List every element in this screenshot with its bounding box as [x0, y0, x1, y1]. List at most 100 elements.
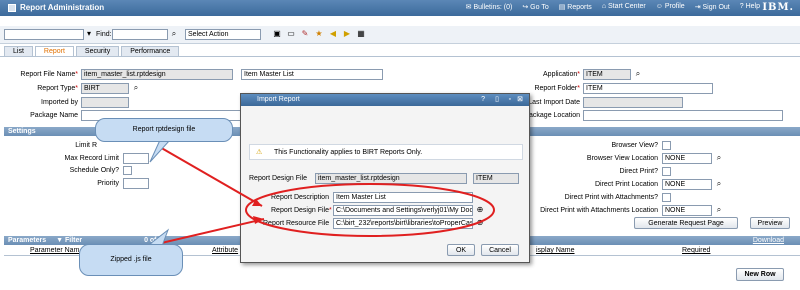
prev-icon[interactable]: ◀ — [328, 29, 338, 39]
tab-bar: List Report Security Performance — [4, 46, 181, 56]
dialog-close-icon[interactable]: ⊠ — [517, 94, 523, 106]
application-label: Application* — [543, 71, 580, 78]
dialog-cancel-button[interactable]: Cancel — [481, 244, 519, 256]
dialog-report-description-label: Report Description — [271, 194, 329, 201]
new-row-button[interactable]: New Row — [736, 268, 784, 281]
preview-button[interactable]: Preview — [750, 217, 790, 229]
app-title-area: Report Administration — [8, 3, 104, 12]
next-icon[interactable]: ▶ — [342, 29, 352, 39]
max-record-limit-field[interactable] — [123, 153, 149, 164]
browser-view-label: Browser View? — [611, 142, 658, 149]
profile-link[interactable]: ☺ Profile — [656, 3, 685, 11]
direct-print-attachments-location-field[interactable]: NONE — [662, 205, 712, 216]
find-input[interactable] — [112, 29, 168, 40]
find-search-icon[interactable]: ⌕ — [169, 29, 179, 39]
dialog-design-file-path-field[interactable]: C:\Documents and Settings\verlyj01\My Do… — [333, 205, 473, 216]
save-icon[interactable]: ▣ — [272, 29, 282, 39]
new-icon[interactable]: ▭ — [286, 29, 296, 39]
ibm-logo: IBM. — [762, 2, 794, 13]
header-links: ✉ Bulletins: (0) ↪ Go To ▤ Reports ⌂ Sta… — [466, 3, 760, 11]
direct-print-attachments-label: Direct Print with Attachments? — [564, 194, 658, 201]
bookmark-icon[interactable]: ★ — [314, 29, 324, 39]
direct-print-location-field[interactable]: NONE — [662, 179, 712, 190]
filter-icon[interactable]: ▼ — [56, 237, 63, 244]
dialog-minimize-icon[interactable]: ▯ — [495, 94, 499, 106]
info-icon: ⚠ — [256, 149, 263, 156]
clear-icon[interactable]: ✎ — [300, 29, 310, 39]
application-field[interactable]: ITEM — [583, 69, 631, 80]
bulletins-link[interactable]: ✉ Bulletins: (0) — [466, 3, 513, 11]
filter-label[interactable]: Filter — [65, 237, 82, 244]
browser-view-checkbox[interactable] — [662, 141, 671, 150]
dropdown-icon[interactable]: ▾ — [84, 29, 94, 39]
dialog-report-description-field[interactable]: Item Master List — [333, 192, 473, 203]
goto-link[interactable]: ↪ Go To — [522, 3, 548, 11]
limit-label: Limit R — [75, 142, 97, 149]
last-import-date-field — [583, 97, 683, 108]
tab-list[interactable]: List — [4, 46, 33, 56]
direct-print-attachments-location-lookup-icon[interactable]: ⌕ — [714, 205, 724, 215]
column-attribute[interactable]: Attribute — [212, 246, 238, 256]
tab-report[interactable]: Report — [34, 46, 74, 56]
report-file-name-field[interactable]: item_master_list.rptdesign — [81, 69, 233, 80]
reports-link[interactable]: ▤ Reports — [559, 3, 592, 11]
app-title: Report Administration — [20, 3, 105, 12]
direct-print-attachments-checkbox[interactable] — [662, 193, 671, 202]
dialog-design-file-app-field: ITEM — [473, 173, 519, 184]
direct-print-location-label: Direct Print Location — [594, 181, 658, 188]
report-type-field[interactable]: BIRT — [81, 83, 129, 94]
callout-rptdesign: Report rptdesign file — [95, 118, 233, 142]
direct-print-checkbox[interactable] — [662, 167, 671, 176]
paging-text: 0 of 0 — [144, 237, 163, 244]
dialog-design-file-field: item_master_list.rptdesign — [315, 173, 467, 184]
package-location-label: Package Location — [524, 112, 580, 119]
dialog-ok-button[interactable]: OK — [447, 244, 475, 256]
direct-print-location-lookup-icon[interactable]: ⌕ — [714, 179, 724, 189]
report-type-label: Report Type* — [37, 85, 78, 92]
help-link[interactable]: ? Help — [740, 3, 760, 11]
import-report-dialog: Import Report ? ▯ ▫ ⊠ ⚠ This Functionali… — [240, 93, 530, 263]
report-folder-field[interactable]: ITEM — [583, 83, 713, 94]
dialog-design-file-path-label: Report Design File* — [271, 207, 332, 214]
imported-by-field — [81, 97, 129, 108]
dialog-title-bar: Import Report ? ▯ ▫ ⊠ — [241, 94, 529, 106]
generate-request-page-button[interactable]: Generate Request Page — [634, 217, 738, 229]
tab-performance[interactable]: Performance — [121, 46, 180, 56]
report-type-lookup-icon[interactable]: ⌕ — [131, 83, 141, 93]
report-folder-label: Report Folder* — [534, 85, 580, 92]
schedule-only-checkbox[interactable] — [123, 166, 132, 175]
record-select[interactable] — [4, 29, 84, 40]
find-label: Find: — [96, 31, 112, 38]
tab-security[interactable]: Security — [75, 46, 120, 56]
toolbar: ▾ Find: ⌕ Select Action ▣ ▭ ✎ ★ ◀ ▶ ▦ — [0, 26, 800, 44]
application-lookup-icon[interactable]: ⌕ — [633, 69, 643, 79]
callout-zipped: Zipped .js file — [79, 244, 183, 276]
resource-file-browse-icon[interactable]: ⊕ — [475, 218, 485, 228]
report-icon[interactable]: ▦ — [356, 29, 366, 39]
column-required[interactable]: Required — [682, 246, 710, 256]
last-import-date-label: Last Import Date — [528, 99, 580, 106]
dialog-title: Import Report — [257, 96, 300, 103]
priority-label: Priority — [97, 180, 119, 187]
dialog-design-file-label: Report Design File — [249, 175, 307, 182]
start-center-link[interactable]: ⌂ Start Center — [602, 3, 646, 11]
report-description-field[interactable]: Item Master List — [241, 69, 383, 80]
design-file-browse-icon[interactable]: ⊕ — [475, 205, 485, 215]
download-link[interactable]: Download — [753, 236, 784, 245]
package-location-field[interactable] — [583, 110, 783, 121]
dialog-help-icon[interactable]: ? — [481, 94, 485, 106]
browser-view-location-lookup-icon[interactable]: ⌕ — [714, 153, 724, 163]
browser-view-location-field[interactable]: NONE — [662, 153, 712, 164]
package-name-label: Package Name — [30, 112, 78, 119]
dialog-restore-icon[interactable]: ▫ — [509, 94, 511, 106]
direct-print-attachments-location-label: Direct Print with Attachments Location — [540, 207, 658, 214]
schedule-only-label: Schedule Only? — [69, 167, 119, 174]
column-display-name[interactable]: isplay Name — [536, 246, 575, 256]
select-action-dropdown[interactable]: Select Action — [185, 29, 261, 40]
info-banner: ⚠ This Functionality applies to BIRT Rep… — [249, 144, 523, 160]
column-parameter-name[interactable]: Parameter Nam — [30, 246, 79, 256]
sign-out-link[interactable]: ⇥ Sign Out — [695, 3, 730, 11]
dialog-resource-file-field[interactable]: C:\birt_232\reports\birt\libraries\toPro… — [333, 218, 473, 229]
browser-view-location-label: Browser View Location — [586, 155, 658, 162]
priority-field[interactable] — [123, 178, 149, 189]
